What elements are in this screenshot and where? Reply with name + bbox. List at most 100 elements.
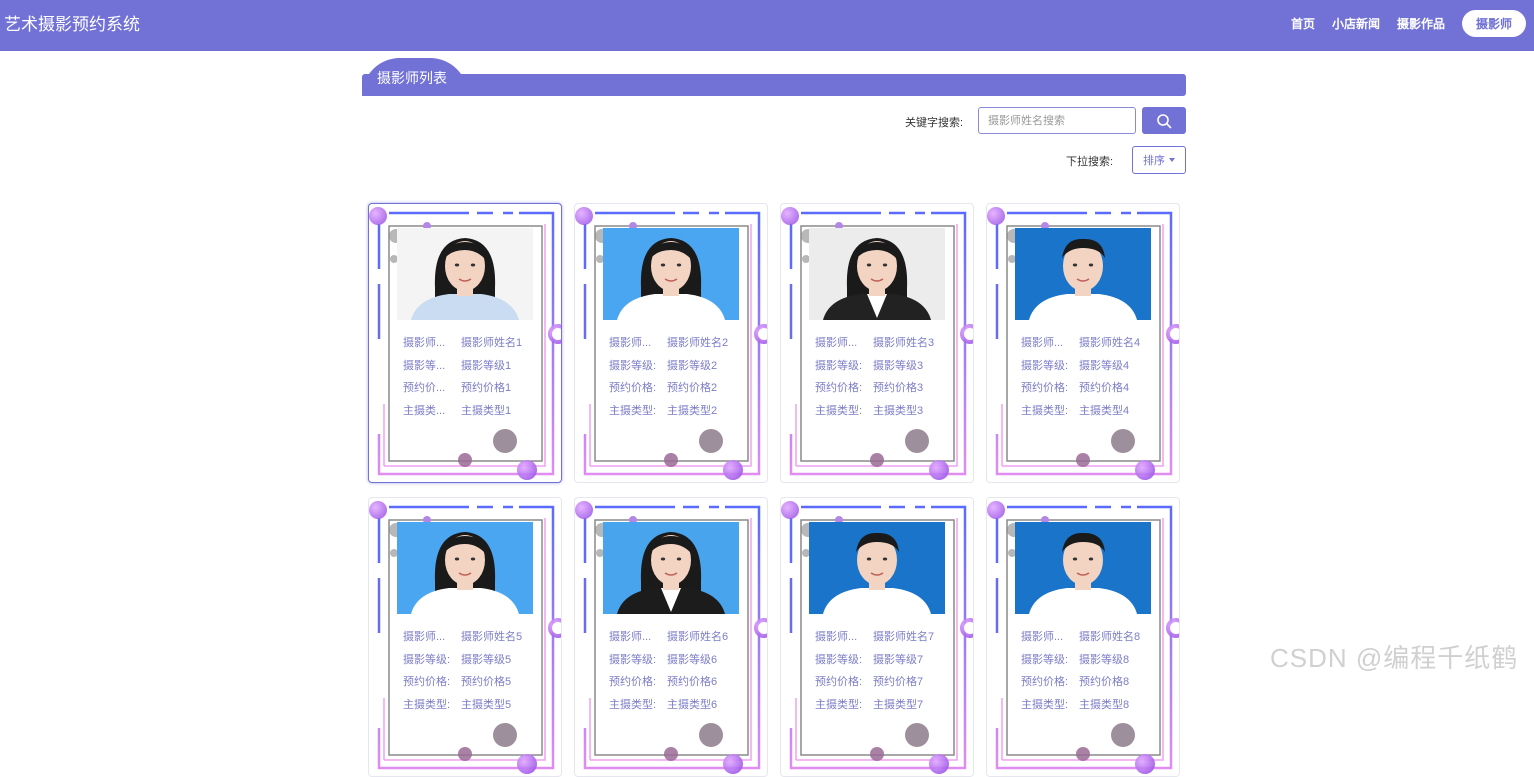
type-row: 主摄类型: 主摄类型5 (403, 696, 543, 719)
photographer-photo[interactable] (397, 522, 533, 614)
price-row: 预约价格: 预约价格3 (815, 379, 955, 402)
type-row: 主摄类型: 主摄类型6 (609, 696, 749, 719)
price-value: 预约价格5 (461, 676, 512, 688)
type-row: 主摄类型: 主摄类型3 (815, 402, 955, 425)
type-row: 主摄类型: 主摄类型4 (1021, 402, 1161, 425)
price-value: 预约价格8 (1079, 676, 1130, 688)
site-brand[interactable]: 艺术摄影预约系统 (4, 10, 140, 35)
type-value: 主摄类型3 (873, 404, 924, 417)
card-info: 摄影师... 摄影师姓名4 摄影等级: 摄影等级4 预约价格: 预约价格4 主摄类型:… (1021, 334, 1161, 424)
price-label: 预约价... (403, 382, 446, 394)
name-label: 摄影师... (403, 337, 446, 349)
sort-dropdown[interactable]: 排序 (1132, 146, 1186, 174)
photographer-card-7[interactable]: 摄影师... 摄影师姓名7 摄影等级: 摄影等级7 预约价格: 预约价格7 主摄类型:… (780, 497, 974, 777)
keyword-search-label: 关键字搜索: (905, 117, 964, 129)
price-label: 预约价格: (609, 382, 657, 394)
photographer-photo[interactable] (603, 522, 739, 614)
price-value: 预约价格3 (873, 382, 924, 394)
nav-news-link[interactable]: 小店新闻 (1332, 15, 1380, 32)
photographer-card-8[interactable]: 摄影师... 摄影师姓名8 摄影等级: 摄影等级8 预约价格: 预约价格8 主摄类型:… (986, 497, 1180, 777)
search-icon (1157, 113, 1172, 128)
photographer-photo[interactable] (809, 228, 945, 320)
price-label: 预约价格: (815, 676, 863, 688)
level-label: 摄影等级: (609, 359, 657, 372)
type-value: 主摄类型7 (873, 698, 924, 711)
photographer-photo[interactable] (397, 228, 533, 320)
level-value: 摄影等级1 (461, 359, 512, 372)
name-row: 摄影师... 摄影师姓名3 (815, 334, 955, 357)
card-info: 摄影师... 摄影师姓名2 摄影等级: 摄影等级2 预约价格: 预约价格2 主摄类型:… (609, 334, 749, 424)
price-value: 预约价格1 (461, 382, 512, 394)
name-row: 摄影师... 摄影师姓名8 (1021, 628, 1161, 651)
caret-down-icon (1169, 158, 1175, 162)
price-value: 预约价格6 (667, 676, 718, 688)
name-label: 摄影师... (1021, 631, 1064, 643)
section-title: 摄影师列表 (377, 70, 447, 86)
level-value: 摄影等级6 (667, 653, 718, 666)
photographer-photo[interactable] (1015, 522, 1151, 614)
name-row: 摄影师... 摄影师姓名1 (403, 334, 543, 357)
type-label: 主摄类型: (815, 698, 863, 711)
price-row: 预约价... 预约价格1 (403, 379, 543, 402)
card-info: 摄影师... 摄影师姓名3 摄影等级: 摄影等级3 预约价格: 预约价格3 主摄类型:… (815, 334, 955, 424)
type-value: 主摄类型4 (1079, 404, 1130, 417)
photographer-card-2[interactable]: 摄影师... 摄影师姓名2 摄影等级: 摄影等级2 预约价格: 预约价格2 主摄类型:… (574, 203, 768, 483)
price-value: 预约价格7 (873, 676, 924, 688)
type-value: 主摄类型1 (461, 404, 512, 417)
name-row: 摄影师... 摄影师姓名7 (815, 628, 955, 651)
search-button[interactable] (1142, 107, 1186, 134)
card-info: 摄影师... 摄影师姓名8 摄影等级: 摄影等级8 预约价格: 预约价格8 主摄类型:… (1021, 628, 1161, 718)
level-value: 摄影等级7 (873, 653, 924, 666)
keyword-search-input[interactable] (978, 107, 1136, 134)
name-row: 摄影师... 摄影师姓名5 (403, 628, 543, 651)
price-label: 预约价格: (815, 382, 863, 394)
photographer-photo[interactable] (603, 228, 739, 320)
name-value: 摄影师姓名4 (1079, 337, 1141, 349)
name-label: 摄影师... (403, 631, 446, 643)
name-row: 摄影师... 摄影师姓名2 (609, 334, 749, 357)
top-navbar: 艺术摄影预约系统 首页 小店新闻 摄影作品 摄影师 (0, 0, 1534, 51)
level-row: 摄影等级: 摄影等级3 (815, 357, 955, 380)
level-row: 摄影等级: 摄影等级4 (1021, 357, 1161, 380)
section-title-bar (362, 74, 1186, 96)
photographer-photo[interactable] (1015, 228, 1151, 320)
name-label: 摄影师... (815, 631, 858, 643)
type-label: 主摄类型: (609, 404, 657, 417)
photographer-card-3[interactable]: 摄影师... 摄影师姓名3 摄影等级: 摄影等级3 预约价格: 预约价格3 主摄类型:… (780, 203, 974, 483)
photographer-card-6[interactable]: 摄影师... 摄影师姓名6 摄影等级: 摄影等级6 预约价格: 预约价格6 主摄类型:… (574, 497, 768, 777)
card-info: 摄影师... 摄影师姓名5 摄影等级: 摄影等级5 预约价格: 预约价格5 主摄类型:… (403, 628, 543, 718)
price-row: 预约价格: 预约价格2 (609, 379, 749, 402)
card-info: 摄影师... 摄影师姓名1 摄影等... 摄影等级1 预约价... 预约价格1 主摄类… (403, 334, 543, 424)
level-value: 摄影等级2 (667, 359, 718, 372)
level-label: 摄影等级: (1021, 653, 1069, 666)
type-label: 主摄类型: (609, 698, 657, 711)
level-row: 摄影等级: 摄影等级5 (403, 651, 543, 674)
type-value: 主摄类型6 (667, 698, 718, 711)
type-label: 主摄类... (403, 404, 446, 417)
nav-works-link[interactable]: 摄影作品 (1397, 15, 1445, 32)
level-label: 摄影等级: (815, 359, 863, 372)
price-value: 预约价格4 (1079, 382, 1130, 394)
level-row: 摄影等... 摄影等级1 (403, 357, 543, 380)
type-row: 主摄类型: 主摄类型7 (815, 696, 955, 719)
nav-photographer-button[interactable]: 摄影师 (1461, 10, 1526, 37)
dropdown-search-label: 下拉搜索: (1066, 156, 1114, 168)
level-row: 摄影等级: 摄影等级6 (609, 651, 749, 674)
name-label: 摄影师... (815, 337, 858, 349)
photographer-card-4[interactable]: 摄影师... 摄影师姓名4 摄影等级: 摄影等级4 预约价格: 预约价格4 主摄类型:… (986, 203, 1180, 483)
type-label: 主摄类型: (815, 404, 863, 417)
name-value: 摄影师姓名3 (873, 337, 935, 349)
level-label: 摄影等级: (403, 653, 451, 666)
nav-home-link[interactable]: 首页 (1291, 15, 1315, 32)
type-row: 主摄类... 主摄类型1 (403, 402, 543, 425)
level-label: 摄影等级: (815, 653, 863, 666)
photographer-card-5[interactable]: 摄影师... 摄影师姓名5 摄影等级: 摄影等级5 预约价格: 预约价格5 主摄类型:… (368, 497, 562, 777)
price-row: 预约价格: 预约价格7 (815, 673, 955, 696)
price-row: 预约价格: 预约价格6 (609, 673, 749, 696)
price-value: 预约价格2 (667, 382, 718, 394)
level-value: 摄影等级5 (461, 653, 512, 666)
photographer-photo[interactable] (809, 522, 945, 614)
type-label: 主摄类型: (1021, 698, 1069, 711)
type-value: 主摄类型5 (461, 698, 512, 711)
photographer-card-1[interactable]: 摄影师... 摄影师姓名1 摄影等... 摄影等级1 预约价... 预约价格1 主摄类… (368, 203, 562, 483)
